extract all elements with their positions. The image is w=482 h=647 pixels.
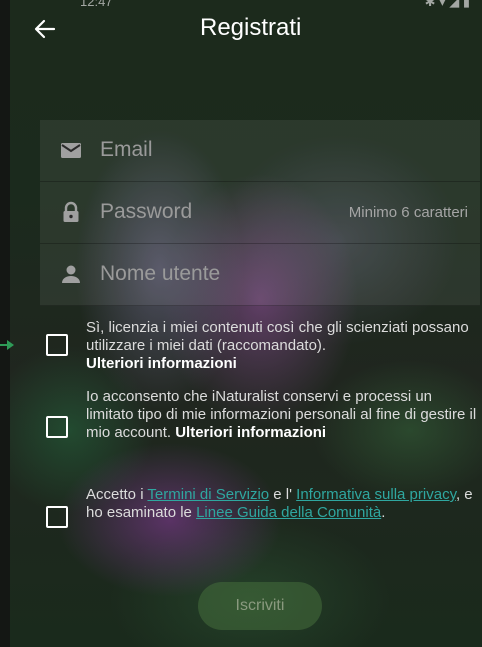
signup-button[interactable]: Iscriviti [198,582,322,630]
terms-of-service-link[interactable]: Termini di Servizio [147,486,269,503]
more-info-link[interactable]: Ulteriori informazioni [175,424,326,441]
signup-screen: 12:47 ✱ ▾ ◢ ▮ Registrati Email Password … [10,0,482,647]
person-icon [60,263,82,285]
terms-prefix: Accetto i [86,486,148,503]
lock-icon [60,201,82,223]
consent-license-text: Sì, licenzia i miei contenuti così che g… [86,319,482,368]
license-checkbox[interactable] [46,334,68,356]
password-placeholder: Password [100,200,193,223]
password-field[interactable]: Password Minimo 6 caratteri [40,182,480,244]
signup-form: Email Password Minimo 6 caratteri Nome u… [40,120,480,306]
username-placeholder: Nome utente [100,262,221,285]
data-consent-checkbox[interactable] [46,416,68,438]
consent-terms: Accetto i Termini di Servizio e l' Infor… [40,486,482,546]
privacy-policy-link[interactable]: Informativa sulla privacy [296,486,456,503]
more-info-link[interactable]: Ulteriori informazioni [86,355,237,368]
consent-terms-text: Accetto i Termini di Servizio e l' Infor… [86,486,482,522]
email-field[interactable]: Email [40,120,480,182]
password-hint: Minimo 6 caratteri [348,204,468,221]
status-bar: 12:47 ✱ ▾ ◢ ▮ [80,0,470,12]
pointer-arrow-icon [0,338,14,350]
consent-license: Sì, licenzia i miei contenuti così che g… [40,318,482,368]
community-guidelines-link[interactable]: Linee Guida della Comunità [196,504,381,521]
email-placeholder: Email [100,138,153,161]
status-icons: ✱ ▾ ◢ ▮ [424,0,470,9]
page-title: Registrati [200,14,302,41]
status-time: 12:47 [80,0,113,9]
consent-data-text: Io acconsento che iNaturalist conservi e… [86,388,482,442]
username-field[interactable]: Nome utente [40,244,480,306]
consent-license-label: Sì, licenzia i miei contenuti così che g… [86,319,469,354]
consent-data: Io acconsento che iNaturalist conservi e… [40,388,482,464]
terms-checkbox[interactable] [46,506,68,528]
terms-and: e l' [269,486,297,503]
back-arrow-icon[interactable] [32,16,58,42]
terms-suffix: . [381,504,386,521]
mail-icon [60,139,82,161]
